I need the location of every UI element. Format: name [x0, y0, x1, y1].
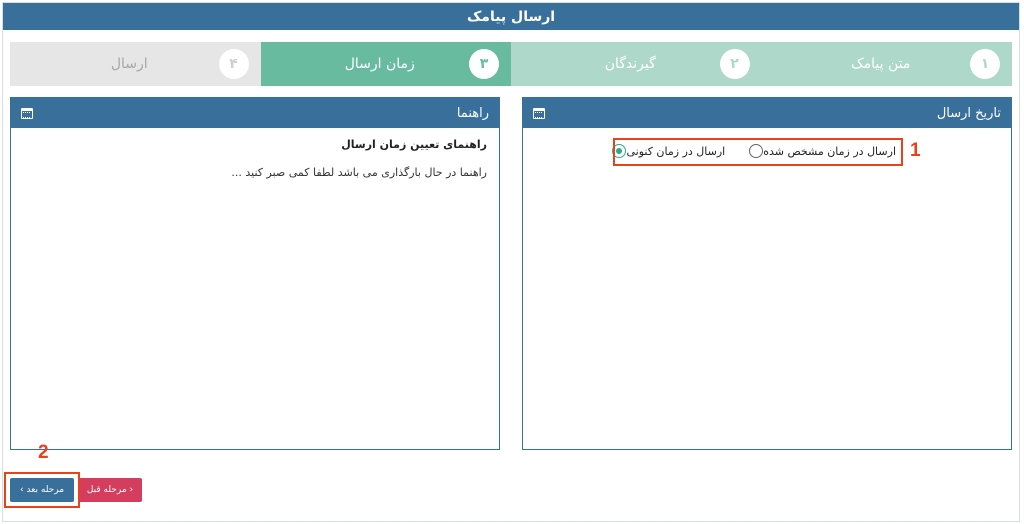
step-number: ۱ — [970, 49, 1000, 79]
step-label: گیرندگان — [604, 56, 656, 72]
guide-heading: راهنمای تعیین زمان ارسال — [341, 138, 487, 151]
guide-panel-title: راهنما — [456, 105, 489, 121]
step-number: ۲ — [719, 49, 750, 79]
send-date-panel-title: تاریخ ارسال — [936, 105, 1001, 121]
step-number: ۳ — [469, 49, 499, 79]
wizard-steps: ۱ متن پیامک ۲ گیرندگان ۳ زمان ارسال ۴ ار… — [10, 42, 1012, 86]
step-label: ارسال — [110, 56, 148, 72]
step-label: متن پیامک — [851, 56, 911, 72]
calendar-icon — [21, 107, 33, 119]
page-title: ارسال پیامک — [3, 3, 1019, 30]
guide-panel: راهنما راهنمای تعیین زمان ارسال راهنما د… — [10, 97, 500, 450]
guide-panel-header: راهنما — [11, 98, 499, 128]
wizard-step-recipients[interactable]: ۲ گیرندگان — [511, 42, 762, 86]
wizard-step-message-text[interactable]: ۱ متن پیامک — [761, 42, 1012, 86]
calendar-icon — [533, 107, 545, 119]
step-number: ۴ — [218, 49, 249, 79]
previous-step-button[interactable]: ‹ مرحله قبل — [78, 478, 142, 502]
annotation-number-1: 1 — [910, 140, 921, 161]
wizard-step-send[interactable]: ۴ ارسال — [10, 42, 261, 86]
annotation-number-2: 2 — [38, 442, 49, 463]
highlight-box-send-options — [613, 138, 903, 166]
guide-body: راهنمای تعیین زمان ارسال راهنما در حال ب… — [231, 138, 487, 179]
send-date-panel-header: تاریخ ارسال — [523, 98, 1011, 128]
wizard-step-send-time[interactable]: ۳ زمان ارسال — [260, 42, 511, 86]
step-label: زمان ارسال — [344, 56, 415, 72]
guide-text: راهنما در حال بارگذاری می باشد لطفا کمی … — [231, 166, 487, 179]
highlight-box-next-button — [4, 472, 80, 508]
